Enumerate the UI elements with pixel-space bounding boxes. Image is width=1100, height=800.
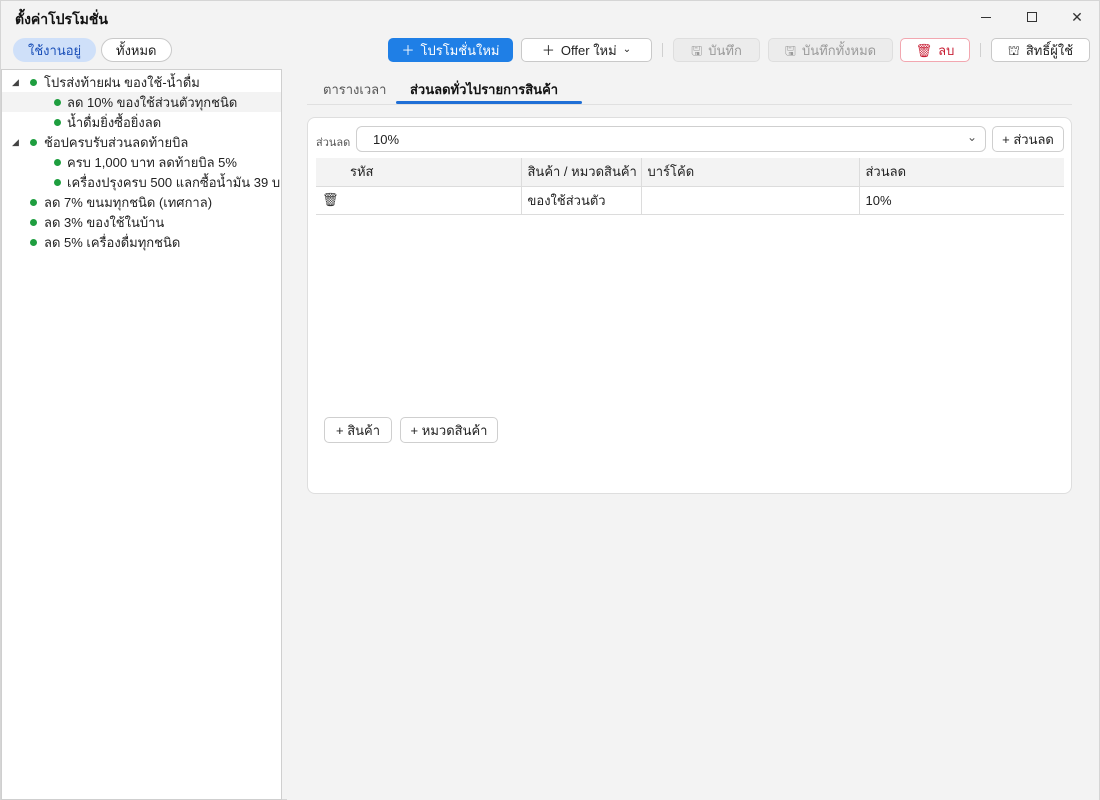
tree-item-label: ลด 7% ขนมทุกชนิด (เทศกาล) [44,194,213,210]
tree-item-label: ครบ 1,000 บาท ลดท้ายบิล 5% [67,154,237,170]
active-status-icon [54,178,61,186]
column-header-code[interactable]: รหัส [316,158,522,187]
barcode-cell[interactable] [641,186,860,215]
save-icon: 🖫 [691,42,703,58]
active-status-icon [30,198,37,206]
add-category-button[interactable]: + หมวดสินค้า [400,417,498,443]
delete-label: ลบ [938,42,955,58]
active-status-icon [30,138,37,146]
save-button[interactable]: 🖫 บันทึก [673,38,760,62]
column-header-barcode[interactable]: บาร์โค้ด [641,158,860,187]
tree-item[interactable]: ลด 5% เครื่องดื่มทุกชนิด [2,232,281,252]
table-header-row: รหัส สินค้า / หมวดสินค้า บาร์โค้ด ส่วนลด [316,158,1064,187]
tree-item[interactable]: น้ำดื่มยิ่งซื้อยิ่งลด [2,112,281,132]
tab-schedule[interactable]: ตารางเวลา [323,79,386,100]
tree-item[interactable]: ครบ 1,000 บาท ลดท้ายบิล 5% [2,152,281,172]
new-promotion-button[interactable]: ＋ โปรโมชั่นใหม่ [388,38,513,62]
promotion-tree: ◢ โปรส่งท้ายฝน ของใช้-น้ำดื่ม ลด 10% ของ… [1,69,282,800]
tree-item-label: เครื่องปรุงครบ 500 แลกซื้อน้ำมัน 39 บาท [67,174,282,190]
filter-active-button[interactable]: ใช้งานอยู่ [13,38,97,62]
expanded-caret-icon[interactable]: ◢ [12,77,22,88]
minimize-button[interactable] [963,1,1009,33]
new-offer-label: Offer ใหม่ [560,42,617,58]
tree-item[interactable]: เครื่องปรุงครบ 500 แลกซื้อน้ำมัน 39 บาท [2,172,281,192]
save-all-button[interactable]: 🖫 บันทึกทั้งหมด [768,38,893,62]
save-all-label: บันทึกทั้งหมด [802,42,877,58]
minimize-icon [981,16,991,18]
product-cell[interactable]: ของใช้ส่วนตัว [521,186,642,215]
promotion-settings-window: ตั้งค่าโปรโมชั่น ✕ ใช้งานอยู่ ทั้งหมด ＋ … [0,0,1100,800]
trash-icon: 🗑 [915,42,933,58]
tree-item-label: น้ำดื่มยิ่งซื้อยิ่งลด [67,114,162,130]
active-tab-indicator [396,101,582,104]
toolbar-divider [980,43,981,57]
permissions-icon: ⛫ [1007,42,1020,58]
tree-item-label: ลด 3% ของใช้ในบ้าน [44,214,165,230]
plus-icon: ＋ [401,42,415,58]
title-bar: ตั้งค่าโปรโมชั่น ✕ [1,1,1099,33]
tree-item[interactable]: ลด 10% ของใช้ส่วนตัวทุกชนิด [2,92,281,112]
detail-panel: ตารางเวลา ส่วนลดทั่วไปรายการสินค้า ส่วนล… [287,69,1099,800]
discount-cell[interactable]: 10% [859,186,1064,215]
add-discount-button[interactable]: + ส่วนลด [992,126,1064,152]
window-title: ตั้งค่าโปรโมชั่น [15,11,108,27]
chevron-down-icon: ⌄ [966,130,977,144]
maximize-button[interactable] [1009,1,1055,33]
tree-item[interactable]: ◢ โปรส่งท้ายฝน ของใช้-น้ำดื่ม [2,72,281,92]
tab-bar: ตารางเวลา ส่วนลดทั่วไปรายการสินค้า [307,69,1072,105]
trash-icon[interactable]: 🗑 [322,192,339,207]
active-status-icon [30,78,37,86]
code-cell[interactable]: 🗑 [316,186,522,215]
tree-item-label: ช้อปครบรับส่วนลดท้ายบิล [44,134,189,150]
tree-item[interactable]: ลด 3% ของใช้ในบ้าน [2,212,281,232]
discount-items-table: รหัส สินค้า / หมวดสินค้า บาร์โค้ด ส่วนลด… [316,158,1064,215]
new-promotion-label: โปรโมชั่นใหม่ [420,42,500,58]
discount-card: ส่วนลด 10% ⌄ + ส่วนลด รหัส สินค้า / หมวด… [307,117,1072,494]
tree-item[interactable]: ลด 7% ขนมทุกชนิด (เทศกาล) [2,192,281,212]
expanded-caret-icon[interactable]: ◢ [12,137,22,148]
plus-icon: ＋ [541,42,555,58]
toolbar-divider [662,43,663,57]
user-permissions-label: สิทธิ์ผู้ใช้ [1025,42,1074,58]
tree-item-label: ลด 10% ของใช้ส่วนตัวทุกชนิด [67,94,238,110]
table-row[interactable]: 🗑 ของใช้ส่วนตัว 10% [316,186,1064,215]
column-header-discount[interactable]: ส่วนลด [859,158,1064,187]
active-status-icon [54,98,61,106]
tab-general-product-discount[interactable]: ส่วนลดทั่วไปรายการสินค้า [410,79,558,100]
discount-label: ส่วนลด [316,137,351,149]
column-header-product[interactable]: สินค้า / หมวดสินค้า [521,158,642,187]
new-offer-button[interactable]: ＋ Offer ใหม่ ⌄ [521,38,652,62]
discount-select[interactable]: 10% ⌄ [356,126,986,152]
active-status-icon [54,158,61,166]
filter-all-button[interactable]: ทั้งหมด [101,38,172,62]
active-status-icon [30,238,37,246]
tree-item-label: โปรส่งท้ายฝน ของใช้-น้ำดื่ม [44,74,200,90]
active-status-icon [30,218,37,226]
delete-button[interactable]: 🗑 ลบ [900,38,970,62]
user-permissions-button[interactable]: ⛫ สิทธิ์ผู้ใช้ [991,38,1090,62]
chevron-down-icon: ⌄ [622,44,632,55]
tree-item[interactable]: ◢ ช้อปครบรับส่วนลดท้ายบิล [2,132,281,152]
active-status-icon [54,118,61,126]
discount-select-value: 10% [373,132,400,147]
save-icon: 🖫 [784,42,796,58]
toolbar: ใช้งานอยู่ ทั้งหมด ＋ โปรโมชั่นใหม่ ＋ Off… [1,33,1099,69]
close-button[interactable]: ✕ [1054,1,1100,33]
tree-item-label: ลด 5% เครื่องดื่มทุกชนิด [44,234,181,250]
save-label: บันทึก [708,42,742,58]
maximize-icon [1027,12,1037,22]
close-icon: ✕ [1071,8,1083,25]
add-product-button[interactable]: + สินค้า [324,417,392,443]
